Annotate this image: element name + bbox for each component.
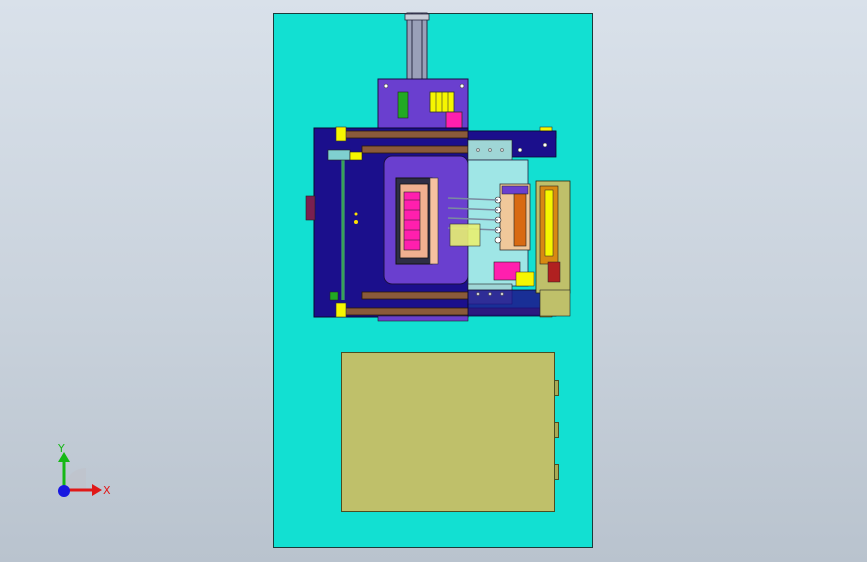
x-axis-label: X bbox=[103, 484, 111, 497]
control-box-knob bbox=[554, 422, 559, 438]
y-axis-label: Y bbox=[58, 442, 65, 455]
control-box-knob bbox=[554, 380, 559, 396]
cad-viewport[interactable]: Y X bbox=[0, 0, 867, 562]
motor-block bbox=[377, 78, 469, 132]
control-box-knob bbox=[554, 464, 559, 480]
control-box[interactable] bbox=[341, 352, 555, 512]
slide-frame bbox=[383, 155, 469, 285]
axis-triad-icon: Y X bbox=[52, 440, 122, 510]
